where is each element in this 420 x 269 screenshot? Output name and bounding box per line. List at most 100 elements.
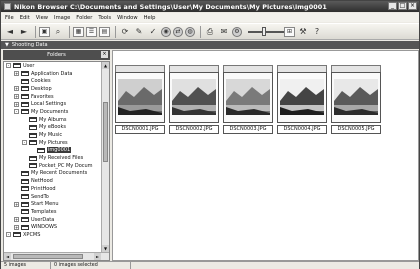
expand-arrow-icon[interactable]: ▼ bbox=[5, 42, 9, 48]
image-thumbnail[interactable]: DSCN0002.JPG bbox=[169, 65, 219, 134]
folder-tree-item[interactable]: + UserData bbox=[4, 216, 101, 224]
edit-icon[interactable]: ✎ bbox=[133, 26, 145, 38]
expand-icon[interactable]: + bbox=[14, 201, 19, 207]
folder-icon bbox=[21, 209, 29, 215]
folder-tree-item[interactable]: + WINDOWS bbox=[4, 223, 101, 231]
folder-icon bbox=[29, 163, 37, 169]
folder-label: WINDOWS bbox=[31, 224, 58, 231]
transfer-icon[interactable]: ⇄ bbox=[173, 26, 183, 37]
folder-tree-item[interactable]: + Favorites bbox=[4, 93, 101, 101]
expand-icon[interactable]: + bbox=[14, 224, 19, 230]
vertical-scrollbar[interactable]: ▲ ▼ bbox=[101, 62, 109, 252]
folder-icon bbox=[21, 178, 29, 184]
hscroll-thumb[interactable] bbox=[13, 254, 83, 259]
expand-icon[interactable]: + bbox=[14, 94, 19, 100]
expand-icon[interactable]: + bbox=[14, 101, 19, 107]
scroll-left-icon[interactable]: ◄ bbox=[4, 253, 11, 260]
image-thumbnail[interactable]: DSCN0001.JPG bbox=[115, 65, 165, 134]
zoom-slider-thumb[interactable] bbox=[262, 27, 266, 36]
scan-icon[interactable]: ◉ bbox=[161, 26, 171, 37]
menu-edit[interactable]: Edit bbox=[20, 15, 30, 21]
back-icon[interactable]: ◄ bbox=[4, 26, 16, 38]
menu-view[interactable]: View bbox=[36, 15, 48, 21]
close-panel-icon[interactable]: × bbox=[101, 51, 108, 58]
settings-icon[interactable]: ⚙ bbox=[232, 26, 242, 37]
collapse-icon[interactable]: - bbox=[6, 63, 11, 69]
menu-help[interactable]: Help bbox=[144, 15, 156, 21]
image-thumbnail[interactable]: DSCN0005.JPG bbox=[331, 65, 381, 134]
folders-panel: - User + Application Data Cookies + Desktop + Fa… bbox=[3, 61, 110, 261]
expand-icon[interactable]: + bbox=[14, 217, 19, 223]
rotate-icon[interactable]: ⟳ bbox=[119, 26, 131, 38]
folder-tree-item[interactable]: Pocket_PC My Docum bbox=[4, 162, 101, 170]
tools-icon[interactable]: ⚒ bbox=[297, 26, 309, 38]
folder-tree-item[interactable]: - XPCMS bbox=[4, 231, 101, 239]
view-large-icon[interactable]: ▦ bbox=[73, 26, 84, 37]
menu-window[interactable]: Window bbox=[117, 15, 137, 21]
view-detail-icon[interactable]: ▤ bbox=[99, 26, 110, 37]
collapse-icon[interactable]: - bbox=[14, 109, 19, 115]
folder-tree-item[interactable]: NetHood bbox=[4, 177, 101, 185]
folder-tree-item[interactable]: Cookies bbox=[4, 77, 101, 85]
folder-tree-item[interactable]: My Recent Documents bbox=[4, 170, 101, 178]
folders-panel-header: Folders × bbox=[3, 50, 110, 60]
zoom-slider[interactable] bbox=[248, 27, 284, 36]
folder-tree-item[interactable]: + Start Menu bbox=[4, 200, 101, 208]
mail-icon[interactable]: ✉ bbox=[218, 26, 230, 38]
photo-preview[interactable] bbox=[169, 72, 219, 123]
image-thumbnail[interactable]: DSCN0004.JPG bbox=[277, 65, 327, 134]
scroll-thumb[interactable] bbox=[103, 102, 108, 162]
window-title: Nikon Browser C:\Documents and Settings\… bbox=[14, 2, 327, 11]
photo-preview[interactable] bbox=[277, 72, 327, 123]
view-list-icon[interactable]: ☰ bbox=[86, 26, 97, 37]
minimize-button[interactable]: _ bbox=[388, 2, 397, 10]
folder-tree-item[interactable]: My Music bbox=[4, 131, 101, 139]
thumbnail-area: DSCN0001.JPG DSCN0002.JPG DSCN0003.JPG DSCN… bbox=[112, 50, 419, 261]
folder-tree-item[interactable]: My eBooks bbox=[4, 124, 101, 132]
maximize-button[interactable]: □ bbox=[398, 2, 407, 10]
globe-icon[interactable]: ◍ bbox=[185, 26, 195, 37]
folder-tree-item[interactable]: + Local Settings bbox=[4, 100, 101, 108]
search-icon[interactable]: ⌕ bbox=[52, 26, 64, 38]
folder-tree-item[interactable]: My Albums bbox=[4, 116, 101, 124]
photo-preview[interactable] bbox=[115, 72, 165, 123]
landscape-photo bbox=[226, 79, 270, 115]
folder-tree-item[interactable]: + Application Data bbox=[4, 70, 101, 78]
photo-preview[interactable] bbox=[223, 72, 273, 123]
check-icon[interactable]: ✓ bbox=[147, 26, 159, 38]
fit-icon[interactable]: ⊞ bbox=[284, 26, 295, 37]
scroll-right-icon[interactable]: ► bbox=[94, 253, 101, 260]
help-icon[interactable]: ? bbox=[311, 26, 323, 38]
folder-tree-item[interactable]: PrintHood bbox=[4, 185, 101, 193]
print-icon[interactable]: ⎙ bbox=[204, 26, 216, 38]
folder-tree-item[interactable]: SendTo bbox=[4, 193, 101, 201]
close-button[interactable]: × bbox=[408, 2, 417, 10]
menu-tools[interactable]: Tools bbox=[98, 15, 111, 21]
menu-image[interactable]: Image bbox=[54, 15, 70, 21]
image-thumbnail[interactable]: DSCN0003.JPG bbox=[223, 65, 273, 134]
expand-icon[interactable]: + bbox=[14, 86, 19, 92]
folder-tree-item[interactable]: Templates bbox=[4, 208, 101, 216]
folder-tree-item[interactable]: - User bbox=[4, 62, 101, 70]
folder-tree-item[interactable]: - My Pictures bbox=[4, 139, 101, 147]
scroll-down-icon[interactable]: ▼ bbox=[102, 245, 109, 252]
folder-tree-item[interactable]: img0001 bbox=[4, 147, 101, 155]
menu-folder[interactable]: Folder bbox=[76, 15, 92, 21]
photo-preview[interactable] bbox=[331, 72, 381, 123]
scroll-up-icon[interactable]: ▲ bbox=[102, 62, 109, 69]
folder-tree-item[interactable]: + Desktop bbox=[4, 85, 101, 93]
collapse-icon[interactable]: - bbox=[6, 232, 11, 238]
status-bar: 5 images 0 images selected bbox=[1, 261, 419, 269]
forward-icon[interactable]: ► bbox=[18, 26, 30, 38]
shooting-data-bar[interactable]: ▼ Shooting Data bbox=[1, 41, 419, 49]
folder-label: PrintHood bbox=[31, 185, 56, 192]
expand-icon[interactable]: + bbox=[14, 71, 19, 77]
menu-file[interactable]: File bbox=[5, 15, 14, 21]
toolbar-separator bbox=[115, 25, 116, 38]
folder-tree-item[interactable]: My Received Files bbox=[4, 154, 101, 162]
horizontal-scrollbar[interactable]: ◄ ► bbox=[4, 252, 109, 260]
folder-label: My Music bbox=[39, 132, 63, 139]
folder-tree-item[interactable]: - My Documents bbox=[4, 108, 101, 116]
up-folder-icon[interactable]: ▣ bbox=[39, 26, 50, 37]
collapse-icon[interactable]: - bbox=[22, 140, 27, 146]
